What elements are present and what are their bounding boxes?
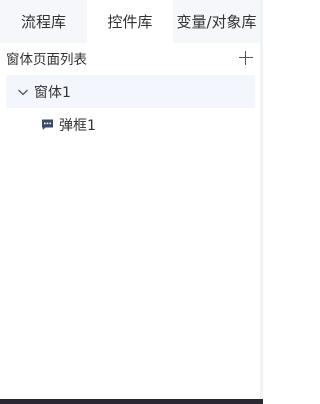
tree-item-dialog1[interactable]: 弹框1 [6, 108, 255, 141]
bottom-bar [0, 399, 263, 404]
library-tabs: 流程库 控件库 变量/对象库 [0, 0, 260, 43]
plus-icon[interactable] [238, 50, 254, 66]
panel-divider [260, 0, 263, 404]
control-library-panel: 流程库 控件库 变量/对象库 窗体页面列表 窗体1 弹框1 [0, 0, 260, 399]
section-title: 窗体页面列表 [6, 52, 87, 68]
form-tree: 窗体1 弹框1 [6, 75, 255, 141]
tree-item-label: 弹框1 [59, 117, 96, 134]
tab-control-library[interactable]: 控件库 [87, 0, 173, 43]
tree-node-form1[interactable]: 窗体1 [6, 75, 255, 108]
tab-variable-object-library[interactable]: 变量/对象库 [173, 0, 260, 43]
chevron-down-icon[interactable] [17, 86, 29, 98]
tree-node-label: 窗体1 [34, 84, 71, 101]
message-dialog-icon [41, 118, 54, 131]
form-page-list-header: 窗体页面列表 [6, 46, 256, 70]
tab-process-library[interactable]: 流程库 [0, 0, 87, 43]
